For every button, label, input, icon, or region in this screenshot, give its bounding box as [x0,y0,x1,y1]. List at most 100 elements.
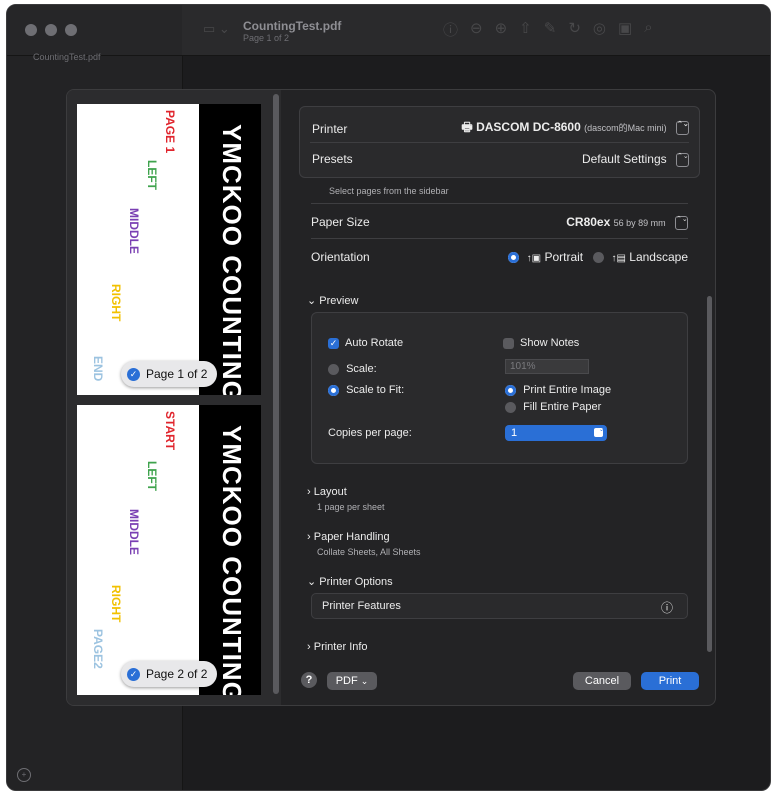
paper-size-row: Paper Size CR80ex 56 by 89 mm ⌃⌄ [311,215,688,230]
chevron-down-icon: ⌄ [307,576,317,588]
layout-label: Layout [313,486,347,498]
copies-per-page-label: Copies per page: [328,427,412,439]
printer-label: Printer [312,121,348,136]
paper-handling-section-header[interactable]: › Paper Handling [307,531,390,543]
scale-input[interactable]: 101% [505,359,589,374]
checkbox-unchecked-icon [503,337,514,349]
search-icon[interactable]: ⌕ [644,19,652,40]
landscape-radio[interactable]: ↑▤ Landscape [593,250,688,264]
printer-info-label: Printer Info [313,641,368,653]
scale-radio[interactable]: Scale: [328,363,377,375]
portrait-icon: ↑▣ [526,253,542,264]
sidebar-file-label[interactable]: CountingTest.pdf [33,52,101,62]
preview-scrollbar[interactable] [273,94,279,694]
popup-arrows-icon: ⌃⌄ [594,427,604,437]
info-icon[interactable]: ⓘ [661,599,673,616]
close-button[interactable] [25,24,37,36]
paper-handling-label: Paper Handling [313,531,390,543]
checkbox-checked-icon: ✓ [328,337,339,349]
preview-page-2[interactable]: YMCKOO COUNTING START LEFT MIDDLE RIGHT … [77,405,261,695]
printer-features-row[interactable]: Printer Features ⓘ [311,593,688,619]
scale-to-fit-label: Scale to Fit: [346,384,405,396]
pdf-menu-button[interactable]: PDF ⌄ [327,672,377,690]
radio-unselected-icon [593,252,605,264]
redact-icon[interactable]: ▣ [618,19,632,40]
popup-arrows-icon: ⌃⌄ [676,120,689,135]
paper-size-label: Paper Size [311,215,370,230]
radio-selected-icon [508,252,520,264]
print-dialog: YMCKOO COUNTING PAGE 1 LEFT MIDDLE RIGHT… [66,89,716,706]
pdf-label: PDF [335,675,358,687]
printer-features-label: Printer Features [322,600,401,612]
scale-to-fit-radio[interactable]: Scale to Fit: [328,384,404,396]
printer-options-section-header[interactable]: ⌄ Printer Options [307,575,393,588]
auto-rotate-checkbox[interactable]: ✓ Auto Rotate [328,337,403,349]
portrait-radio[interactable]: ↑▣ Portrait [508,250,586,264]
document-title: CountingTest.pdf [243,19,342,33]
help-button[interactable]: ? [301,672,317,688]
zoom-button[interactable] [65,24,77,36]
presets-select[interactable]: Default Settings ⌃⌄ [582,152,689,167]
print-button[interactable]: Print [641,672,699,690]
layout-section-header[interactable]: › Layout [307,486,347,498]
layout-summary: 1 page per sheet [317,502,385,512]
preview-page-1[interactable]: YMCKOO COUNTING PAGE 1 LEFT MIDDLE RIGHT… [77,104,261,395]
chevron-right-icon: › [307,531,311,543]
page-2-badge[interactable]: ✓ Page 2 of 2 [121,661,218,687]
document-subtitle: Page 1 of 2 [243,33,290,43]
checkmark-icon: ✓ [127,667,140,681]
minimize-button[interactable] [45,24,57,36]
page-text-middle: MIDDLE [127,509,141,555]
chevron-right-icon: › [307,486,311,498]
auto-rotate-label: Auto Rotate [345,337,404,349]
page-badge-label: Page 1 of 2 [146,367,208,381]
orientation-label: Orientation [311,250,370,264]
zoom-in-icon[interactable]: ⊕ [495,19,508,40]
print-settings-panel: Select pages from the sidebar Printer 🖶 … [283,90,715,705]
fill-entire-paper-radio[interactable]: Fill Entire Paper [505,401,601,413]
popup-arrows-icon: ⌃⌄ [675,215,688,230]
show-notes-checkbox[interactable]: Show Notes [503,337,579,349]
paper-size-value: CR80ex [566,215,611,229]
page-text-left: LEFT [145,160,159,190]
info-icon[interactable]: ⓘ [443,19,458,40]
page-1-badge[interactable]: ✓ Page 1 of 2 [121,361,218,387]
page-text-top: PAGE 1 [163,110,177,154]
print-entire-image-radio[interactable]: Print Entire Image [505,384,611,396]
printer-value-sub: (dascom的Mac mini) [584,123,667,133]
scale-label: Scale: [346,363,377,375]
cancel-button[interactable]: Cancel [573,672,631,690]
radio-unselected-icon [328,363,339,375]
orientation-row: Orientation ↑▣ Portrait ↑▤ Landscape [311,250,688,264]
page-text-left: LEFT [145,461,159,491]
page-heading: YMCKOO COUNTING [217,124,247,395]
paper-size-select[interactable]: CR80ex 56 by 89 mm ⌃⌄ [566,215,688,230]
presets-value: Default Settings [581,152,667,166]
rotate-icon[interactable]: ↻ [568,19,581,40]
settings-scrollbar[interactable] [707,296,712,652]
chevron-down-icon: ⌄ [360,676,369,686]
copies-per-page-select[interactable]: 1 ⌃⌄ [505,425,607,441]
printer-info-section-header[interactable]: › Printer Info [307,641,368,653]
add-icon[interactable]: + [17,768,31,782]
markup-icon[interactable]: ✎ [544,19,557,40]
presets-row: Presets Default Settings ⌃⌄ [312,152,689,167]
portrait-label: Portrait [544,250,584,264]
toolbar: ⓘ ⊖ ⊕ ⇧ ✎ ↻ ◎ ▣ ⌕ [443,19,653,40]
radio-selected-icon [328,384,339,396]
share-icon[interactable]: ⇧ [519,19,532,40]
printer-select[interactable]: 🖶 DASCOM DC-8600 (dascom的Mac mini) ⌃⌄ [461,118,689,139]
page-text-end: PAGE2 [91,629,105,669]
zoom-out-icon[interactable]: ⊖ [470,19,483,40]
page-badge-label: Page 2 of 2 [146,667,208,681]
printer-options-label: Printer Options [319,576,393,588]
fill-paper-label: Fill Entire Paper [523,401,602,413]
printer-value: DASCOM DC-8600 [476,120,581,134]
highlight-icon[interactable]: ◎ [593,19,606,40]
page-text-right: RIGHT [109,284,123,322]
preview-section-header[interactable]: ⌄ Preview [307,294,358,307]
print-entire-label: Print Entire Image [523,384,612,396]
page-heading: YMCKOO COUNTING [217,425,247,695]
checkmark-icon: ✓ [127,367,140,381]
sidebar-toggle-icon[interactable]: ▭ ⌄ [203,21,230,37]
